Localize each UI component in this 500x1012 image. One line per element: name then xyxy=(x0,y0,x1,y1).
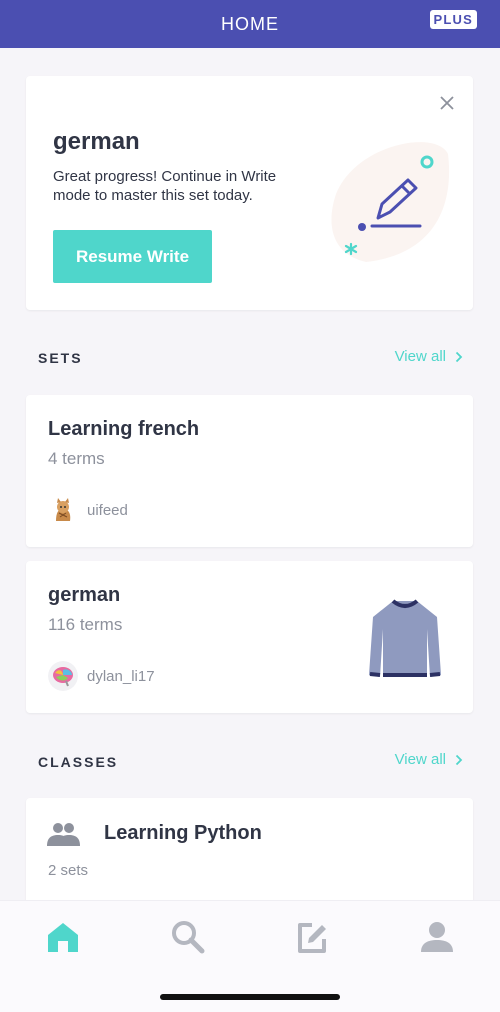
top-header: HOME PLUS xyxy=(0,0,500,48)
class-title: Learning Python xyxy=(104,822,262,844)
resume-write-button[interactable]: Resume Write xyxy=(53,230,212,283)
resume-progress-card: german Great progress! Continue in Write… xyxy=(26,76,473,310)
set-creator[interactable]: dylan_li17 xyxy=(48,661,155,691)
sets-section-title: SETS xyxy=(38,350,83,366)
set-title: german xyxy=(48,584,121,606)
home-icon[interactable] xyxy=(45,919,81,955)
progress-message: Great progress! Continue in Write mode t… xyxy=(53,168,277,204)
search-icon[interactable] xyxy=(170,919,206,955)
home-indicator-bar xyxy=(160,994,340,1000)
sets-view-all-link[interactable]: View all xyxy=(395,348,463,365)
set-card-learning-french[interactable]: Learning french 4 terms uifeed xyxy=(26,395,473,547)
page-title: HOME xyxy=(221,13,279,34)
cat-avatar xyxy=(48,495,78,525)
close-icon[interactable] xyxy=(437,93,457,113)
classes-section-title: CLASSES xyxy=(38,754,119,770)
set-creator[interactable]: uifeed xyxy=(48,495,128,525)
profile-icon[interactable] xyxy=(419,919,455,955)
people-icon xyxy=(47,823,80,846)
creator-username: uifeed xyxy=(87,501,128,519)
plus-badge[interactable]: PLUS xyxy=(429,10,477,29)
write-pencil-illustration xyxy=(331,142,450,262)
sweater-image xyxy=(369,599,441,677)
chevron-right-icon xyxy=(455,754,463,765)
chevron-right-icon xyxy=(455,351,463,362)
brain-avatar xyxy=(48,661,78,691)
progress-set-title: german xyxy=(53,128,140,155)
creator-username: dylan_li17 xyxy=(87,667,155,685)
set-title: Learning french xyxy=(48,418,200,440)
create-icon[interactable] xyxy=(294,919,330,955)
set-term-count: 4 terms xyxy=(48,449,105,468)
classes-view-all-link[interactable]: View all xyxy=(395,751,463,768)
set-term-count: 116 terms xyxy=(48,615,123,634)
set-card-german[interactable]: german 116 terms dylan_li17 xyxy=(26,561,473,713)
class-set-count: 2 sets xyxy=(48,862,89,879)
classes-view-all-label: View all xyxy=(394,751,446,768)
sets-view-all-label: View all xyxy=(394,348,446,365)
